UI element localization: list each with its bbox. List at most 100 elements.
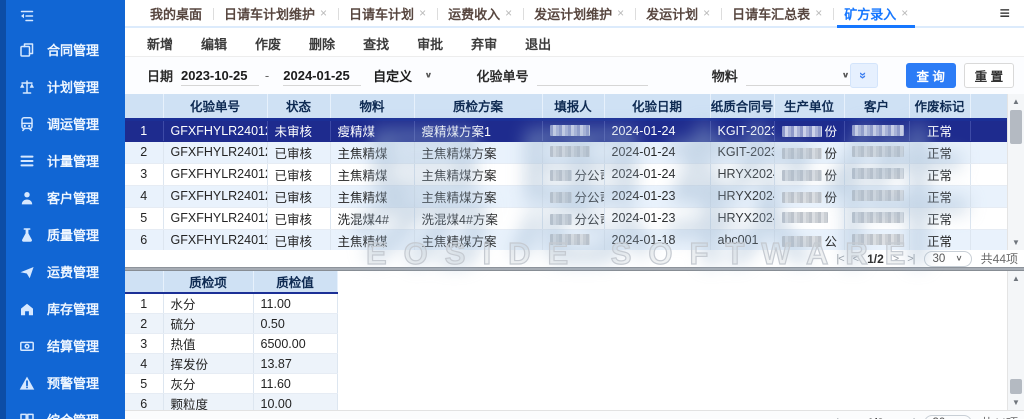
table-cell: 洗混煤4#方案 (414, 207, 542, 229)
contract-icon (18, 41, 36, 59)
page-size-select[interactable]: 30 ∨ (924, 415, 972, 419)
sidebar-item-alert[interactable]: 预警管理 (6, 364, 125, 401)
person-icon (18, 189, 36, 207)
column-header[interactable]: 状态 (267, 94, 330, 119)
tab-close-icon[interactable]: × (617, 6, 624, 20)
tab-日请车汇总表[interactable]: 日请车汇总表× (721, 0, 833, 26)
table-cell: 份 (774, 163, 844, 185)
column-header[interactable]: 填报人 (542, 94, 604, 119)
sidebar-item-settlement[interactable]: 结算管理 (6, 327, 125, 364)
date-from-input[interactable]: 2023-10-25 (181, 66, 259, 86)
tab-发运计划[interactable]: 发运计划× (635, 0, 721, 26)
bottom-pagination-bar: |< < 1/2 > >| 30 ∨ 共44项 (125, 410, 1024, 419)
column-header[interactable] (970, 94, 1007, 119)
tab-close-icon[interactable]: × (320, 6, 327, 20)
tab-close-icon[interactable]: × (419, 6, 426, 20)
panel-splitter[interactable] (125, 267, 1024, 271)
sidebar-item-measure[interactable]: 计量管理 (6, 142, 125, 179)
tab-close-icon[interactable]: × (703, 6, 710, 20)
tab-日请车计划[interactable]: 日请车计划× (338, 0, 437, 26)
column-header[interactable]: 化验日期 (604, 94, 710, 119)
tab-close-icon[interactable]: × (815, 6, 822, 20)
sidebar-item-label: 合同管理 (47, 40, 99, 59)
table-row[interactable]: 2GFXFHYLR240124已审核主焦精煤主焦精煤方案2024-01-24KG… (125, 141, 1007, 163)
toolbar-button-作废[interactable]: 作废 (241, 34, 295, 53)
tab-发运计划维护[interactable]: 发运计划维护× (523, 0, 635, 26)
table-cell: 热值 (163, 334, 253, 354)
quality-row[interactable]: 2硫分0.50 (125, 314, 337, 334)
column-header[interactable]: 化验单号 (163, 94, 267, 119)
table-row[interactable]: 5GFXFHYLR240123已审核洗混煤4#洗混煤4#方案分公司2024-01… (125, 207, 1007, 229)
sidebar-item-dispatch[interactable]: 调运管理 (6, 105, 125, 142)
scroll-down-icon[interactable]: ▼ (1008, 238, 1024, 247)
redacted-text (852, 125, 904, 136)
page-size-value: 30 (933, 253, 946, 265)
date-range-type-select[interactable]: 自定义 ∨ (373, 66, 432, 86)
sidebar-item-quality[interactable]: 质量管理 (6, 216, 125, 253)
page-size-select[interactable]: 30 ∨ (924, 251, 972, 267)
sidebar-item-inventory[interactable]: 库存管理 (6, 290, 125, 327)
column-header[interactable]: 作废标记 (909, 94, 970, 119)
next-page-icon[interactable]: > (893, 253, 898, 265)
date-to-input[interactable]: 2024-01-25 (283, 66, 361, 86)
reset-button[interactable]: 重 置 (964, 63, 1014, 88)
column-header[interactable]: 生产单位 (774, 94, 844, 119)
toolbar-button-新增[interactable]: 新增 (133, 34, 187, 53)
quality-row[interactable]: 4挥发份13.87 (125, 354, 337, 374)
toolbar-button-弃审[interactable]: 弃审 (457, 34, 511, 53)
results-scrollbar[interactable]: ▲ ▼ (1007, 94, 1024, 250)
tab-日请车计划维护[interactable]: 日请车计划维护× (213, 0, 338, 26)
quality-row[interactable]: 3热值6500.00 (125, 334, 337, 354)
table-row[interactable]: 1GFXFHYLR240124未审核瘦精煤瘦精煤方案12024-01-24KGI… (125, 119, 1007, 141)
scrollbar-thumb[interactable] (1010, 110, 1022, 144)
expand-filters-button[interactable]: » (850, 63, 878, 88)
quality-row[interactable]: 5灰分11.60 (125, 374, 337, 394)
column-header[interactable]: 纸质合同号 (710, 94, 774, 119)
first-page-icon[interactable]: |< (836, 253, 843, 265)
tab-close-icon[interactable]: × (505, 6, 512, 20)
tab-矿方录入[interactable]: 矿方录入× (833, 0, 919, 26)
last-page-icon[interactable]: >| (907, 253, 914, 265)
sidebar-item-contract[interactable]: 合同管理 (6, 31, 125, 68)
sample-no-input[interactable] (537, 66, 648, 86)
train-icon (18, 115, 36, 133)
table-row[interactable]: 3GFXFHYLR240124已审核主焦精煤主焦精煤方案分公司2024-01-2… (125, 163, 1007, 185)
table-cell: GFXFHYLR240123 (163, 207, 267, 229)
toolbar-button-删除[interactable]: 删除 (295, 34, 349, 53)
sidebar-item-general[interactable]: 综合管理 (6, 401, 125, 419)
scroll-up-icon[interactable]: ▲ (1008, 274, 1024, 283)
quality-row[interactable]: 1水分11.00 (125, 293, 337, 314)
table-cell (542, 119, 604, 141)
toolbar-button-审批[interactable]: 审批 (403, 34, 457, 53)
sidebar-item-freight[interactable]: 运费管理 (6, 253, 125, 290)
scroll-up-icon[interactable]: ▲ (1008, 97, 1024, 106)
tab-close-icon[interactable]: × (901, 6, 908, 20)
table-cell: 正常 (909, 207, 970, 229)
sidebar-item-customer[interactable]: 客户管理 (6, 179, 125, 216)
column-header[interactable] (125, 271, 163, 293)
table-row[interactable]: 4GFXFHYLR240123已审核主焦精煤主焦精煤方案分公司2024-01-2… (125, 185, 1007, 207)
tab-运费收入[interactable]: 运费收入× (437, 0, 523, 26)
column-header[interactable]: 客户 (844, 94, 909, 119)
scrollbar-thumb[interactable] (1010, 379, 1022, 394)
scroll-down-icon[interactable]: ▼ (1008, 398, 1024, 407)
prev-page-icon[interactable]: < (853, 253, 858, 265)
collapse-sidebar-icon[interactable] (18, 7, 38, 27)
sidebar-item-plan[interactable]: 计划管理 (6, 68, 125, 105)
tab-overflow-menu-icon[interactable]: ≡ (999, 3, 1010, 24)
column-header[interactable]: 质检方案 (414, 94, 542, 119)
search-button[interactable]: 查 询 (906, 63, 956, 88)
tab-bar: 我的桌面日请车计划维护×日请车计划×运费收入×发运计划维护×发运计划×日请车汇总… (125, 0, 1024, 28)
toolbar-button-查找[interactable]: 查找 (349, 34, 403, 53)
column-header[interactable] (125, 94, 163, 119)
toolbar-button-退出[interactable]: 退出 (511, 34, 565, 53)
column-header[interactable]: 质检值 (253, 271, 337, 293)
column-header[interactable]: 质检项 (163, 271, 253, 293)
toolbar-button-编辑[interactable]: 编辑 (187, 34, 241, 53)
column-header[interactable]: 物料 (330, 94, 414, 119)
table-row[interactable]: 6GFXFHYLR240119已审核主焦精煤主焦精煤方案2024-01-18ab… (125, 229, 1007, 250)
quality-table-header-row: 质检项质检值 (125, 271, 337, 293)
quality-scrollbar[interactable]: ▲ ▼ (1007, 271, 1024, 410)
tab-我的桌面[interactable]: 我的桌面 (139, 0, 213, 26)
material-select[interactable]: ∨ (746, 66, 850, 86)
